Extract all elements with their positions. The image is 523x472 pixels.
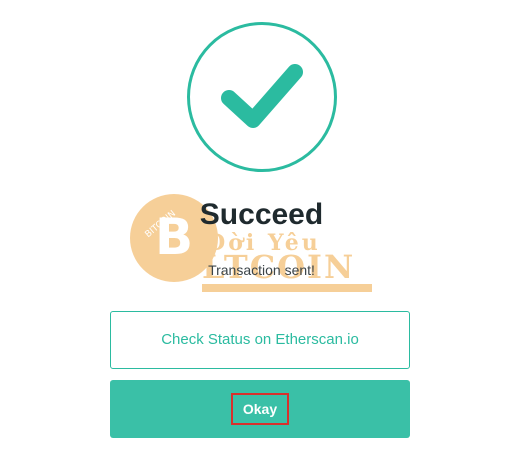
success-badge (187, 22, 337, 172)
checkmark-icon (221, 64, 303, 128)
result-title: Succeed (199, 198, 324, 231)
okay-button[interactable]: Okay (110, 380, 410, 438)
okay-label: Okay (230, 393, 290, 425)
success-screen: B BITCOIN Đời Yêu LTCOIN Succeed Transac… (0, 0, 523, 472)
result-message: Transaction sent! (208, 262, 315, 278)
check-status-button[interactable]: Check Status on Etherscan.io (110, 311, 410, 369)
check-status-label: Check Status on Etherscan.io (161, 331, 359, 348)
